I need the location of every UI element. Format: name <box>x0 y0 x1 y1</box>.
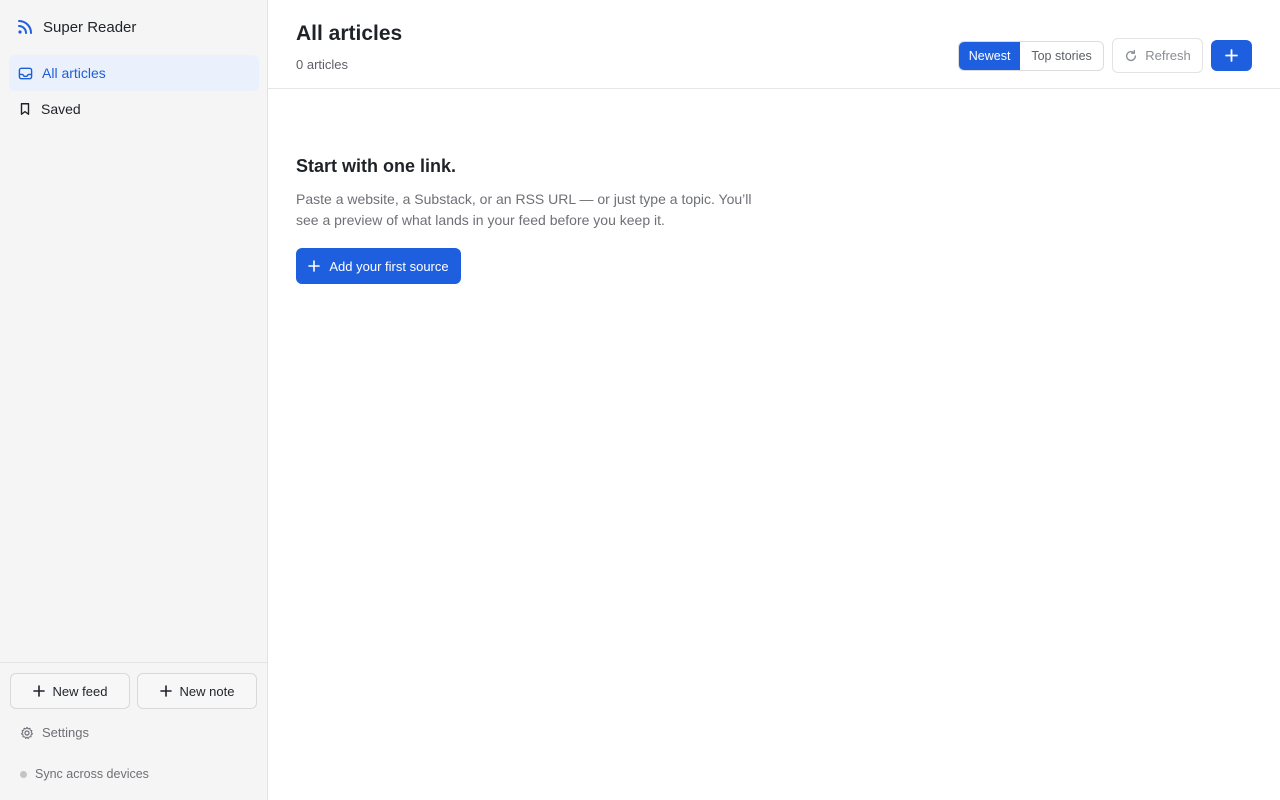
sidebar-item-saved[interactable]: Saved <box>9 91 259 127</box>
sort-newest-button[interactable]: Newest <box>959 42 1021 70</box>
new-feed-button[interactable]: New feed <box>10 673 130 709</box>
settings-label: Settings <box>42 725 89 740</box>
inbox-icon <box>18 66 33 81</box>
sidebar-item-label: Saved <box>41 101 81 117</box>
article-count: 0 articles <box>296 57 349 72</box>
page-title: All articles <box>296 22 403 45</box>
sidebar: Super Reader All articles Saved New feed <box>0 0 268 800</box>
plus-icon <box>32 685 45 697</box>
refresh-button[interactable]: Refresh <box>1112 38 1203 73</box>
empty-state-title: Start with one link. <box>296 156 457 176</box>
add-source-button[interactable] <box>1211 40 1252 71</box>
settings-link[interactable]: Settings <box>20 725 89 740</box>
refresh-label: Refresh <box>1145 48 1191 63</box>
sync-status[interactable]: Sync across devices <box>20 767 149 781</box>
app-title: Super Reader <box>43 18 137 36</box>
app-brand[interactable]: Super Reader <box>16 17 136 37</box>
gear-icon <box>20 726 34 740</box>
sidebar-item-all-articles[interactable]: All articles <box>9 55 259 91</box>
sort-toggle: Newest Top stories <box>958 41 1104 71</box>
empty-state-description: Paste a website, a Substack, or an RSS U… <box>296 191 752 228</box>
plus-icon <box>308 260 321 272</box>
main-header: All articles 0 articles Newest Top stori… <box>268 0 1280 89</box>
sort-top-stories-button[interactable]: Top stories <box>1020 42 1103 70</box>
add-first-source-button[interactable]: Add your first source <box>296 248 461 284</box>
new-feed-label: New feed <box>52 683 108 699</box>
sidebar-footer: New feed New note Settings Sync across d… <box>0 662 267 800</box>
plus-icon <box>1225 49 1238 62</box>
refresh-icon <box>1124 49 1138 63</box>
rss-icon <box>16 18 34 36</box>
new-note-label: New note <box>179 683 235 699</box>
new-note-button[interactable]: New note <box>137 673 257 709</box>
plus-icon <box>159 685 172 697</box>
sidebar-item-label: All articles <box>42 65 106 81</box>
add-first-source-label: Add your first source <box>329 258 449 274</box>
bookmark-icon <box>18 102 32 116</box>
sync-label: Sync across devices <box>35 767 149 781</box>
sync-status-dot <box>20 770 27 778</box>
